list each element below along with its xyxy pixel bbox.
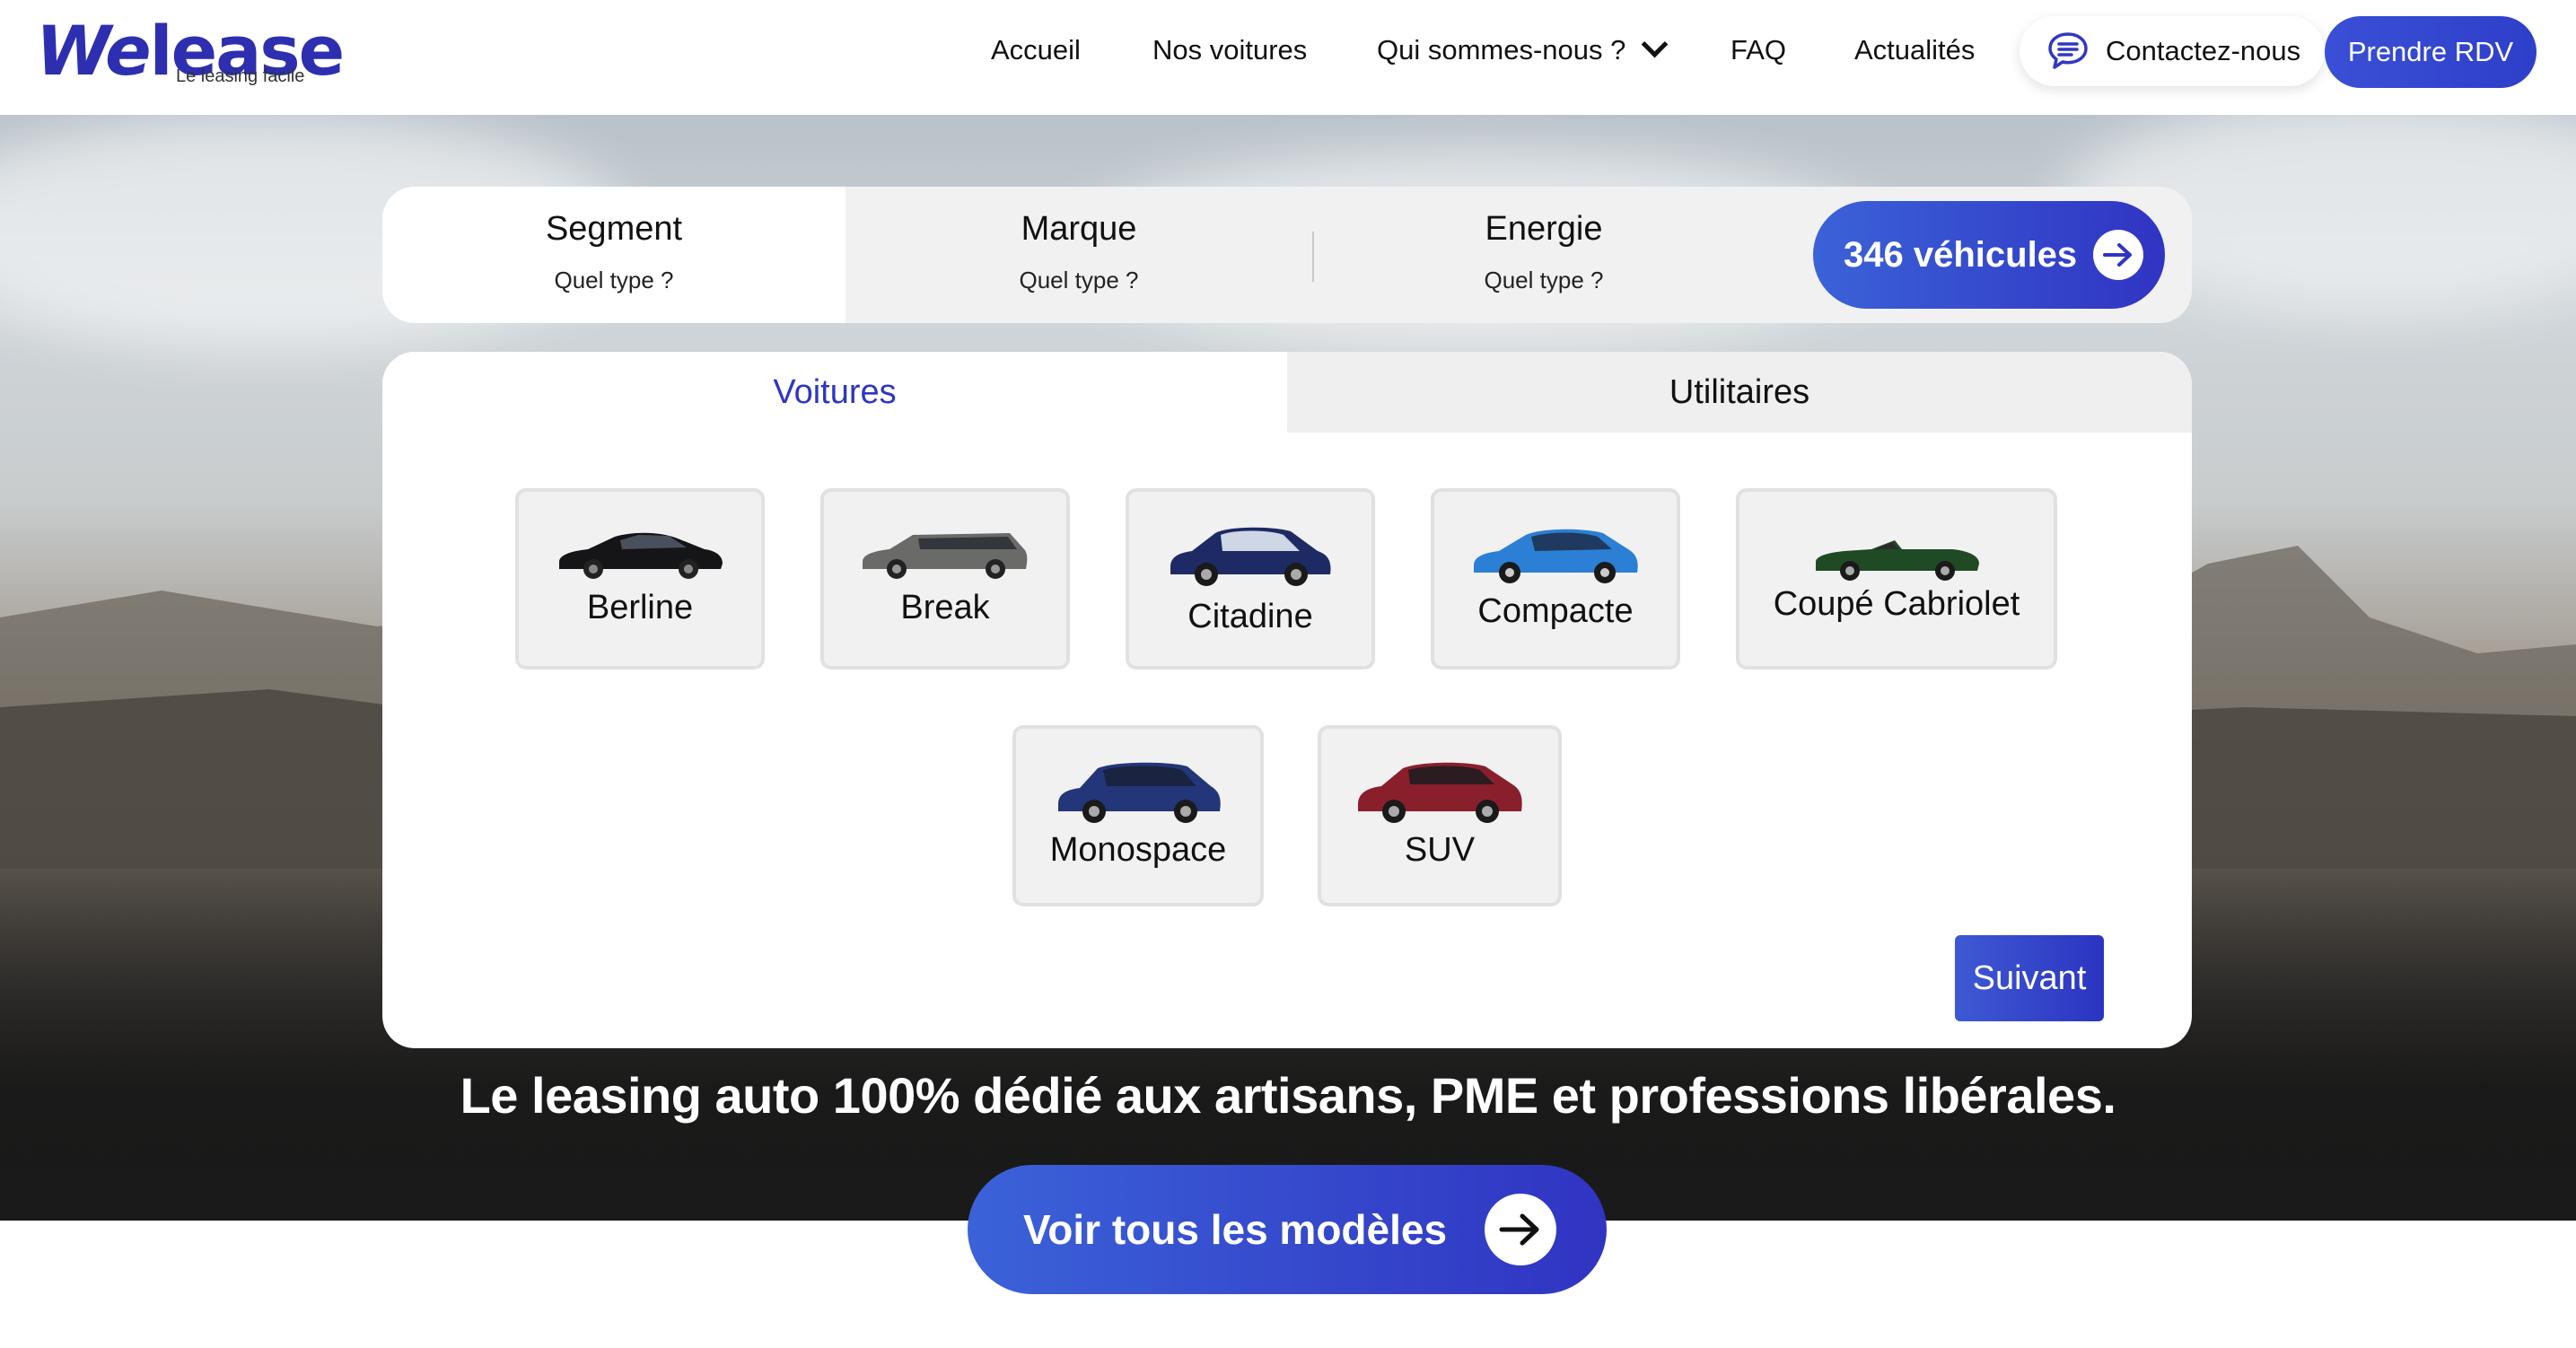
nav-qui-sommes-nous[interactable]: Qui sommes-nous ? bbox=[1377, 31, 1669, 66]
segment-label: SUV bbox=[1404, 831, 1476, 869]
hero-tagline: Le leasing auto 100% dédié aux artisans,… bbox=[460, 1067, 2116, 1124]
segment-card-compacte[interactable]: Compacte bbox=[1431, 488, 1680, 670]
vehicle-count-button[interactable]: 346 véhicules bbox=[1813, 201, 2165, 309]
segment-label: Coupé Cabriolet bbox=[1773, 585, 2020, 623]
filter-marque-title: Marque bbox=[1021, 210, 1137, 248]
filter-segment[interactable]: Segment Quel type ? bbox=[382, 210, 846, 294]
cta-label: Voir tous les modèles bbox=[1023, 1206, 1448, 1253]
logo-tagline: Le leasing facile bbox=[176, 66, 305, 86]
arrow-right-icon bbox=[1485, 1194, 1557, 1265]
vehicle-filter-bar: Segment Quel type ? Marque Quel type ? E… bbox=[382, 187, 2192, 323]
nav-actualites[interactable]: Actualités bbox=[1854, 34, 1975, 66]
welease-logo[interactable]: Welease Le leasing facile bbox=[36, 11, 345, 92]
wagon-car-icon bbox=[863, 533, 1028, 579]
chevron-down-icon bbox=[1642, 31, 1669, 58]
segment-label: Monospace bbox=[1049, 831, 1227, 869]
filter-energie[interactable]: Energie Quel type ? bbox=[1312, 210, 1775, 294]
nav-accueil[interactable]: Accueil bbox=[991, 34, 1081, 66]
chat-bubble-icon bbox=[2048, 32, 2088, 69]
convertible-car-icon bbox=[1816, 540, 1979, 581]
suv-car-icon bbox=[1358, 762, 1522, 823]
segment-panel: Voitures Utilitaires Berline Break Citad… bbox=[382, 352, 2192, 1048]
filter-segment-title: Segment bbox=[545, 210, 683, 248]
hatchback-car-icon bbox=[1474, 529, 1638, 583]
tab-voitures[interactable]: Voitures bbox=[382, 352, 1287, 433]
nav-faq[interactable]: FAQ bbox=[1730, 34, 1786, 66]
contact-button[interactable]: Contactez-nous bbox=[2020, 16, 2325, 86]
nav-nos-voitures[interactable]: Nos voitures bbox=[1152, 34, 1307, 66]
segment-label: Citadine bbox=[1187, 598, 1313, 635]
filter-marque-subtitle: Quel type ? bbox=[1019, 267, 1139, 293]
segment-label: Break bbox=[900, 589, 990, 626]
voir-tous-les-modeles-button[interactable]: Voir tous les modèles bbox=[968, 1165, 1607, 1294]
site-header: Welease Le leasing facile Accueil Nos vo… bbox=[0, 0, 2576, 115]
vehicle-count-label: 346 véhicules bbox=[1844, 234, 2078, 275]
segment-card-break[interactable]: Break bbox=[820, 488, 1070, 670]
filter-energie-title: Energie bbox=[1485, 210, 1603, 248]
segment-card-citadine[interactable]: Citadine bbox=[1126, 488, 1375, 670]
city-car-icon bbox=[1170, 527, 1331, 586]
contact-label: Contactez-nous bbox=[2106, 35, 2301, 66]
filter-segment-subtitle: Quel type ? bbox=[554, 267, 674, 293]
tab-utilitaires[interactable]: Utilitaires bbox=[1287, 352, 2192, 433]
minivan-car-icon bbox=[1058, 762, 1221, 823]
suivant-button[interactable]: Suivant bbox=[1955, 935, 2104, 1021]
segment-card-coupe-cabriolet[interactable]: Coupé Cabriolet bbox=[1736, 488, 2057, 670]
arrow-right-icon bbox=[2093, 230, 2144, 280]
filter-energie-subtitle: Quel type ? bbox=[1484, 267, 1604, 293]
nav-qui-sommes-nous-label: Qui sommes-nous ? bbox=[1377, 34, 1626, 66]
segment-card-berline[interactable]: Berline bbox=[515, 488, 765, 670]
segment-label: Berline bbox=[586, 589, 694, 626]
sedan-car-icon bbox=[559, 532, 723, 579]
prendre-rdv-button[interactable]: Prendre RDV bbox=[2325, 16, 2537, 88]
filter-marque[interactable]: Marque Quel type ? bbox=[847, 210, 1310, 294]
segment-card-suv[interactable]: SUV bbox=[1318, 725, 1562, 906]
segment-card-monospace[interactable]: Monospace bbox=[1012, 725, 1264, 906]
segment-label: Compacte bbox=[1477, 592, 1634, 630]
